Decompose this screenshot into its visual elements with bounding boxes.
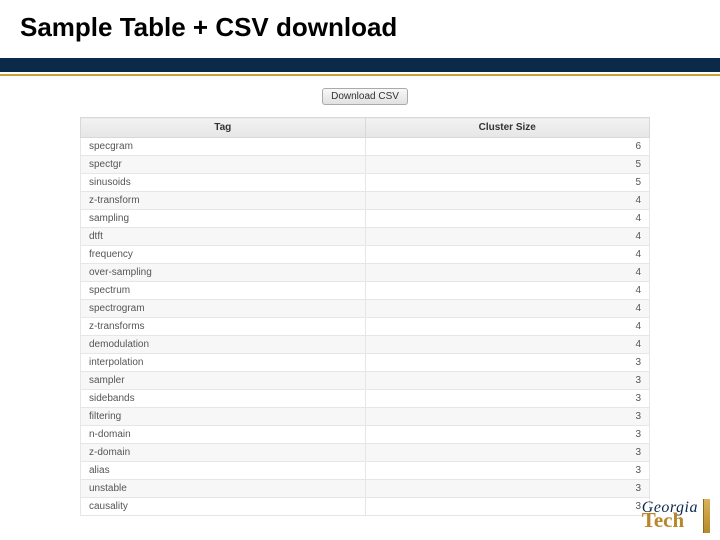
size-cell: 3	[365, 354, 650, 372]
size-cell: 4	[365, 246, 650, 264]
size-cell: 3	[365, 426, 650, 444]
tag-cell: sampling	[81, 210, 366, 228]
tag-cell: n-domain	[81, 426, 366, 444]
tag-cell: specgram	[81, 138, 366, 156]
size-cell: 5	[365, 174, 650, 192]
download-csv-button[interactable]: Download CSV	[322, 88, 408, 105]
cluster-table: Tag Cluster Size specgram6spectgr5sinuso…	[80, 117, 650, 516]
table-row: z-transforms4	[81, 318, 650, 336]
tag-cell: sampler	[81, 372, 366, 390]
tag-cell: z-transforms	[81, 318, 366, 336]
table-row: sampling4	[81, 210, 650, 228]
tag-cell: sidebands	[81, 390, 366, 408]
tag-cell: frequency	[81, 246, 366, 264]
size-cell: 4	[365, 210, 650, 228]
tag-cell: spectrogram	[81, 300, 366, 318]
table-row: causality3	[81, 498, 650, 516]
size-cell: 5	[365, 156, 650, 174]
size-cell: 3	[365, 390, 650, 408]
size-cell: 3	[365, 444, 650, 462]
accent-line	[0, 74, 720, 76]
slide-title: Sample Table + CSV download	[20, 12, 397, 43]
table-row: interpolation3	[81, 354, 650, 372]
table-row: sidebands3	[81, 390, 650, 408]
size-cell: 4	[365, 282, 650, 300]
tag-cell: filtering	[81, 408, 366, 426]
georgia-tech-logo: Georgia Tech	[642, 501, 698, 530]
table-row: demodulation4	[81, 336, 650, 354]
size-cell: 4	[365, 264, 650, 282]
size-cell: 4	[365, 336, 650, 354]
table-row: dtft4	[81, 228, 650, 246]
table-row: spectgr5	[81, 156, 650, 174]
size-cell: 4	[365, 300, 650, 318]
table-row: alias3	[81, 462, 650, 480]
tag-cell: causality	[81, 498, 366, 516]
table-row: frequency4	[81, 246, 650, 264]
tag-cell: z-domain	[81, 444, 366, 462]
size-cell: 3	[365, 480, 650, 498]
size-cell: 4	[365, 228, 650, 246]
table-row: z-transform4	[81, 192, 650, 210]
tag-cell: sinusoids	[81, 174, 366, 192]
size-cell: 6	[365, 138, 650, 156]
button-row: Download CSV	[80, 86, 650, 105]
size-cell: 4	[365, 318, 650, 336]
table-row: sampler3	[81, 372, 650, 390]
size-cell: 3	[365, 498, 650, 516]
tag-cell: unstable	[81, 480, 366, 498]
size-cell: 4	[365, 192, 650, 210]
table-row: z-domain3	[81, 444, 650, 462]
table-row: sinusoids5	[81, 174, 650, 192]
title-band: Sample Table + CSV download	[0, 0, 720, 72]
tag-cell: alias	[81, 462, 366, 480]
table-row: specgram6	[81, 138, 650, 156]
table-row: spectrum4	[81, 282, 650, 300]
tag-cell: spectrum	[81, 282, 366, 300]
size-cell: 3	[365, 462, 650, 480]
size-cell: 3	[365, 408, 650, 426]
table-header-row: Tag Cluster Size	[81, 118, 650, 138]
table-row: n-domain3	[81, 426, 650, 444]
table-row: over-sampling4	[81, 264, 650, 282]
table-row: unstable3	[81, 480, 650, 498]
content-area: Download CSV Tag Cluster Size specgram6s…	[80, 86, 650, 500]
tag-cell: interpolation	[81, 354, 366, 372]
tag-cell: over-sampling	[81, 264, 366, 282]
table-row: filtering3	[81, 408, 650, 426]
logo-bar-icon	[703, 499, 710, 533]
tag-cell: z-transform	[81, 192, 366, 210]
tag-cell: dtft	[81, 228, 366, 246]
table-row: spectrogram4	[81, 300, 650, 318]
tag-cell: spectgr	[81, 156, 366, 174]
tag-cell: demodulation	[81, 336, 366, 354]
col-size: Cluster Size	[365, 118, 650, 138]
col-tag: Tag	[81, 118, 366, 138]
size-cell: 3	[365, 372, 650, 390]
